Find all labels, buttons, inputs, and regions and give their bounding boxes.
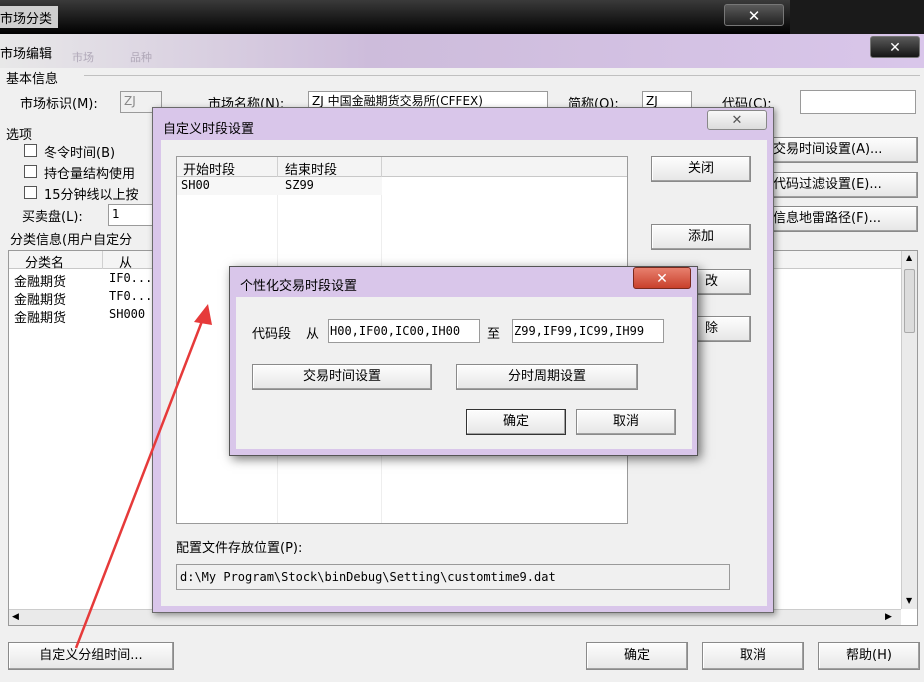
close-icon: ✕: [747, 7, 761, 25]
personal-period-dialog: 个性化交易时段设置 ✕ 代码段 从 H00,IF00,IC00,IH00 至 Z…: [229, 266, 698, 456]
bidask-label: 买卖盘(L):: [22, 210, 83, 225]
outer-close-button[interactable]: ✕: [724, 4, 784, 26]
header-divider: [277, 157, 278, 177]
editor-close-button[interactable]: ✕: [870, 36, 920, 58]
fifteen-min-checkbox[interactable]: [24, 186, 37, 199]
personal-dialog-title: 个性化交易时段设置: [240, 279, 358, 294]
winter-time-label: 冬令时间(B): [44, 146, 116, 161]
scroll-down-icon[interactable]: ▼: [906, 596, 912, 605]
winter-time-checkbox[interactable]: [24, 144, 37, 157]
cell-start: SH00: [181, 178, 210, 192]
custom-dialog-title: 自定义时段设置: [163, 122, 255, 137]
bidask-field[interactable]: 1: [108, 204, 156, 226]
basic-info-label: 基本信息: [6, 72, 59, 87]
market-id-label: 市场标识(M):: [20, 97, 98, 112]
personal-dialog-client: 代码段 从 H00,IF00,IC00,IH00 至 Z99,IF99,IC99…: [236, 297, 692, 449]
custom-group-time-button[interactable]: 自定义分组时间...: [8, 642, 174, 670]
faded-menu-variety: 品种: [130, 51, 152, 64]
scroll-left-icon[interactable]: ◀: [12, 612, 19, 622]
table-row[interactable]: 金融期货 TF0...: [9, 288, 159, 308]
period-settings-button[interactable]: 分时周期设置: [456, 364, 638, 390]
cell-end: SZ99: [285, 178, 314, 192]
basic-info-divider: [84, 75, 920, 76]
close-icon: ✕: [731, 113, 743, 128]
cell-from: TF0...: [109, 289, 153, 303]
custom-close-button[interactable]: 关闭: [651, 156, 751, 182]
code-from-field[interactable]: H00,IF00,IC00,IH00: [328, 319, 480, 343]
header-end-period[interactable]: 结束时段: [285, 159, 337, 178]
class-info-label: 分类信息(用户自定分: [10, 233, 133, 248]
config-path-field[interactable]: d:\My Program\Stock\binDebug\Setting\cus…: [176, 564, 730, 590]
outer-window-title: 市场分类: [0, 12, 53, 27]
options-label: 选项: [6, 128, 33, 143]
scroll-thumb[interactable]: [904, 269, 915, 333]
table-header-from[interactable]: 从: [119, 252, 132, 271]
editor-cancel-button[interactable]: 取消: [702, 642, 804, 670]
code-field[interactable]: [800, 90, 916, 114]
fifteen-min-label: 15分钟线以上按: [44, 188, 139, 203]
editor-help-button[interactable]: 帮助(H): [818, 642, 920, 670]
close-icon: ✕: [889, 40, 901, 56]
code-to-field[interactable]: Z99,IF99,IC99,IH99: [512, 319, 664, 343]
outer-title-bar: 市场分类 ✕: [0, 0, 790, 34]
scroll-right-icon[interactable]: ▶: [885, 612, 892, 622]
code-range-label: 代码段: [252, 327, 292, 342]
table-row[interactable]: 金融期货 SH000: [9, 306, 159, 326]
to-label: 至: [487, 327, 501, 342]
scroll-up-icon[interactable]: ▲: [906, 253, 912, 262]
header-divider: [381, 157, 382, 177]
personal-dialog-close-button[interactable]: ✕: [633, 267, 691, 289]
editor-ok-button[interactable]: 确定: [586, 642, 688, 670]
header-start-period[interactable]: 开始时段: [183, 159, 235, 178]
from-label: 从: [306, 327, 320, 342]
cell-from: IF0...: [109, 271, 153, 285]
cell-from: SH000: [109, 307, 146, 321]
custom-dialog-close-button[interactable]: ✕: [707, 110, 767, 130]
table-header-name[interactable]: 分类名: [25, 252, 64, 271]
faded-menu-market: 市场: [72, 51, 94, 64]
header-divider: [102, 251, 103, 269]
close-icon: ✕: [656, 271, 668, 287]
code-filter-settings-button[interactable]: 代码过滤设置(E)...: [766, 172, 918, 198]
trade-time-settings-button[interactable]: 交易时间设置(A)...: [766, 137, 918, 163]
trade-time-settings-button[interactable]: 交易时间设置: [252, 364, 432, 390]
position-structure-label: 持仓量结构使用: [44, 167, 136, 182]
position-structure-checkbox[interactable]: [24, 165, 37, 178]
table-vertical-scrollbar[interactable]: ▲ ▼: [901, 251, 917, 609]
editor-title-bar: 市场编辑 市场 品种 ✕: [0, 34, 924, 68]
info-mine-path-button[interactable]: 信息地雷路径(F)...: [766, 206, 918, 232]
config-path-label: 配置文件存放位置(P):: [176, 541, 303, 556]
period-list-header: 开始时段 结束时段: [177, 157, 627, 178]
editor-title: 市场编辑: [0, 47, 53, 62]
cell-name: 金融期货: [14, 311, 67, 326]
table-row[interactable]: SH00 SZ99: [177, 177, 382, 195]
personal-ok-button[interactable]: 确定: [466, 409, 566, 435]
custom-add-button[interactable]: 添加: [651, 224, 751, 250]
personal-cancel-button[interactable]: 取消: [576, 409, 676, 435]
table-row[interactable]: 金融期货 IF0...: [9, 270, 159, 290]
